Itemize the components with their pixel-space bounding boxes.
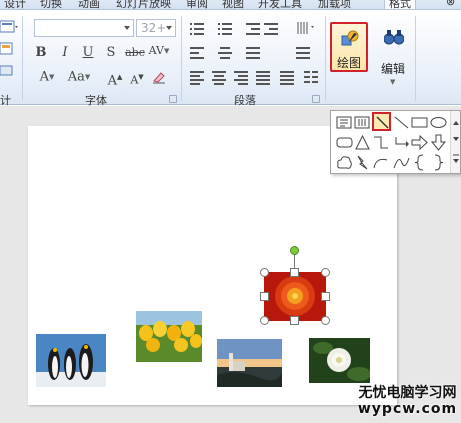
align-right-icon[interactable] xyxy=(234,70,250,85)
align-left-2-icon[interactable] xyxy=(190,70,206,85)
watermark-title: 无忧电脑学习网 xyxy=(358,385,457,401)
resize-handle-top-right[interactable] xyxy=(321,268,330,277)
resize-handle-bottom[interactable] xyxy=(290,316,299,325)
character-spacing-button[interactable]: AV▼ xyxy=(148,42,170,60)
curve-icon[interactable] xyxy=(393,154,410,171)
grow-font-label: A xyxy=(107,73,117,89)
font-dialog-launcher-icon[interactable] xyxy=(169,95,177,103)
resize-handle-bottom-left[interactable] xyxy=(260,316,269,325)
resize-handle-bottom-right[interactable] xyxy=(321,316,330,325)
text-box-icon[interactable] xyxy=(336,114,353,131)
line-spacing-icon[interactable] xyxy=(296,20,316,38)
resize-handle-left[interactable] xyxy=(260,292,269,301)
chrysanthemum-picture[interactable] xyxy=(264,272,326,321)
font-name-combo[interactable] xyxy=(34,19,134,37)
character-spacing-label: AV xyxy=(148,44,164,57)
resize-handle-top-left[interactable] xyxy=(260,268,269,277)
font-size-combo[interactable]: 32+ xyxy=(136,19,176,37)
align-text-icon[interactable] xyxy=(246,46,262,60)
watermark-url: wypcw.com xyxy=(357,401,458,417)
rotation-handle[interactable] xyxy=(290,246,299,255)
strikethrough-button[interactable]: abc xyxy=(124,44,146,62)
new-slide-icon[interactable] xyxy=(0,20,20,34)
gallery-scrollbar[interactable] xyxy=(450,111,460,173)
shrink-font-button[interactable]: A▼ xyxy=(128,68,146,87)
vertical-text-box-icon[interactable] xyxy=(354,114,371,131)
tab-slideshow[interactable]: 幻灯片放映 xyxy=(116,0,171,9)
group-separator xyxy=(22,16,23,101)
increase-indent-icon[interactable] xyxy=(264,22,280,36)
rounded-rectangle-icon[interactable] xyxy=(336,134,353,151)
change-case-button[interactable]: Aa▼ xyxy=(66,68,92,86)
paragraph-dialog-launcher-icon[interactable] xyxy=(312,95,320,103)
line-icon[interactable] xyxy=(372,112,391,131)
group-separator xyxy=(181,16,182,101)
underline-button[interactable]: U xyxy=(81,44,95,62)
drawing-label: 绘图 xyxy=(336,56,361,70)
tab-animations[interactable]: 动画 xyxy=(78,0,100,9)
shadow-button[interactable]: S xyxy=(104,44,118,62)
change-case-label: Aa xyxy=(67,69,85,85)
smartart-icon[interactable] xyxy=(296,46,312,60)
down-arrow-icon[interactable] xyxy=(430,134,447,151)
font-color-button[interactable]: A▼ xyxy=(36,68,58,86)
lighthouse-picture[interactable] xyxy=(217,339,282,387)
grow-font-button[interactable]: A▲ xyxy=(106,68,124,89)
resize-handle-right[interactable] xyxy=(321,292,330,301)
tulips-picture[interactable] xyxy=(136,311,202,362)
tab-design[interactable]: 设计 xyxy=(4,0,26,9)
binoculars-icon xyxy=(383,28,405,46)
site-watermark: 无忧电脑学习网 wypcw.com xyxy=(354,385,461,417)
arc-icon[interactable] xyxy=(372,154,389,171)
tab-format[interactable]: 格式 xyxy=(384,0,416,9)
elbow-arrow-icon[interactable] xyxy=(393,134,410,151)
ribbon: 计 32+ B I U S abc AV▼ A▼ Aa▼ A▲ A▼ 字体 段落… xyxy=(0,10,461,107)
tab-review[interactable]: 审阅 xyxy=(186,0,208,9)
drawing-button[interactable]: 绘图 xyxy=(330,22,368,72)
right-brace-icon[interactable] xyxy=(430,154,447,171)
resize-handle-top[interactable] xyxy=(290,268,299,277)
font-size-value: 32+ xyxy=(141,21,167,35)
tab-developer[interactable]: 开发工具 xyxy=(258,0,302,9)
group-separator xyxy=(415,16,416,101)
white-flower-picture[interactable] xyxy=(309,338,370,383)
cloud-icon[interactable] xyxy=(336,154,353,171)
elbow-connector-icon[interactable] xyxy=(372,134,389,151)
justify-icon[interactable] xyxy=(256,70,272,85)
columns-icon[interactable] xyxy=(304,70,320,84)
lightning-icon[interactable] xyxy=(354,154,371,171)
drawing-icon xyxy=(341,29,359,47)
decrease-indent-icon[interactable] xyxy=(246,22,262,36)
clear-formatting-icon[interactable] xyxy=(152,70,166,84)
section-icon[interactable] xyxy=(0,64,16,78)
group-separator xyxy=(325,16,326,101)
ribbon-tab-bar: 设计 切换 动画 幻灯片放映 审阅 视图 开发工具 加载项 格式 ⊗ xyxy=(0,0,461,10)
italic-button[interactable]: I xyxy=(58,44,72,62)
triangle-icon[interactable] xyxy=(354,134,371,151)
numbering-icon[interactable] xyxy=(218,22,234,36)
shapes-gallery xyxy=(330,110,461,174)
bold-button[interactable]: B xyxy=(34,44,48,62)
align-center-icon[interactable] xyxy=(212,70,228,85)
tab-transitions[interactable]: 切换 xyxy=(40,0,62,9)
left-brace-icon[interactable] xyxy=(411,154,428,171)
editing-label: 编辑 xyxy=(380,62,405,76)
editing-button[interactable]: 编辑 ▼ xyxy=(378,24,408,86)
layout-icon[interactable] xyxy=(0,42,16,56)
bullets-icon[interactable] xyxy=(190,22,206,36)
help-icon[interactable]: ⊗ xyxy=(446,0,455,8)
font-color-label: A xyxy=(39,69,49,85)
align-left-icon[interactable] xyxy=(190,46,206,60)
rectangle-icon[interactable] xyxy=(411,114,428,131)
text-direction-icon[interactable] xyxy=(218,46,234,60)
penguins-picture[interactable] xyxy=(36,334,106,387)
right-arrow-icon[interactable] xyxy=(411,134,428,151)
tab-view[interactable]: 视图 xyxy=(222,0,244,9)
oval-icon[interactable] xyxy=(430,114,447,131)
distributed-icon[interactable] xyxy=(280,70,296,85)
line-2-icon[interactable] xyxy=(393,114,410,131)
tab-addins[interactable]: 加载项 xyxy=(318,0,351,9)
